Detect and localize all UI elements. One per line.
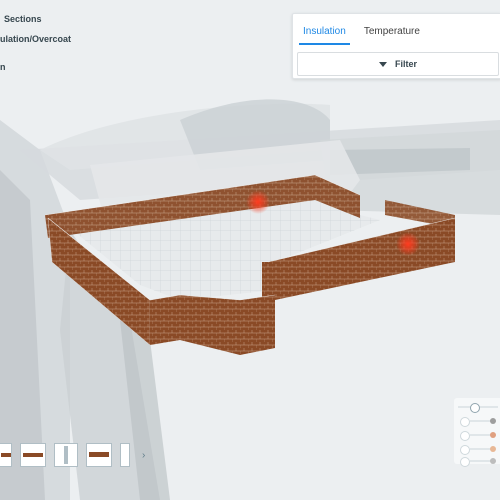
- thumbnail-section-5[interactable]: [120, 443, 130, 467]
- viewer[interactable]: Sections ulation/Overcoat n Insulation T…: [0, 0, 500, 500]
- tab-insulation[interactable]: Insulation: [299, 20, 350, 45]
- hotspot-marker: [246, 190, 270, 214]
- legend-slider[interactable]: [458, 402, 498, 413]
- filter-button[interactable]: Filter: [297, 52, 499, 76]
- legend-color-dot: [490, 418, 496, 424]
- caret-down-icon: [378, 61, 387, 67]
- chevron-right-icon[interactable]: ›: [142, 450, 145, 461]
- thumbnail-section-1[interactable]: [0, 443, 12, 467]
- info-label: n: [0, 62, 6, 72]
- thumbnail-section-2[interactable]: [20, 443, 46, 467]
- tab-bar: Insulation Temperature: [299, 20, 434, 45]
- hotspot-marker: [396, 232, 420, 256]
- legend-item[interactable]: [458, 430, 498, 441]
- sections-label: Sections: [4, 14, 42, 24]
- legend-color-dot: [490, 458, 496, 464]
- legend-item[interactable]: [458, 444, 498, 455]
- settings-panel: Insulation Temperature Filter: [292, 13, 500, 79]
- insulation-overcoat-label: ulation/Overcoat: [0, 34, 72, 44]
- legend-item[interactable]: [458, 456, 498, 467]
- slider-handle[interactable]: [470, 403, 480, 413]
- thumbnail-section-4[interactable]: [86, 443, 112, 467]
- tab-temperature[interactable]: Temperature: [360, 20, 424, 45]
- filter-label: Filter: [394, 59, 417, 69]
- legend-color-dot: [490, 432, 496, 438]
- thumbnail-section-3[interactable]: [54, 443, 78, 467]
- section-thumbnail-strip: ›: [0, 441, 145, 469]
- legend-color-dot: [490, 446, 496, 452]
- layer-legend: [454, 398, 500, 467]
- legend-item[interactable]: [458, 416, 498, 427]
